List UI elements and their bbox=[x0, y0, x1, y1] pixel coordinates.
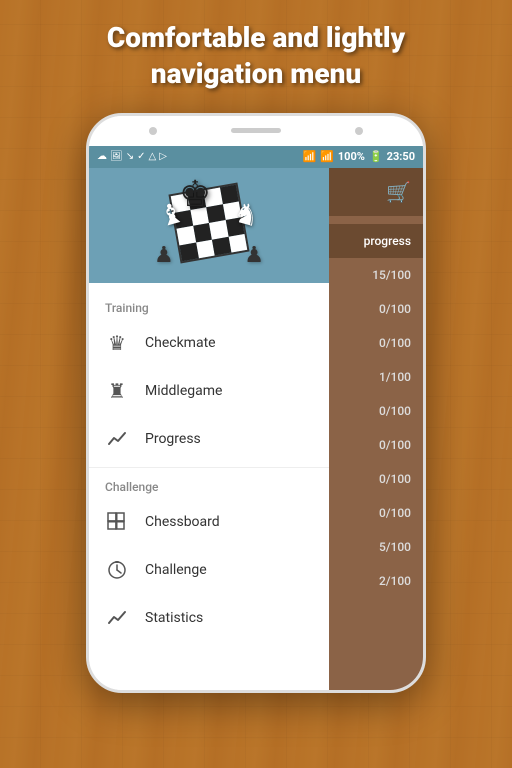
checkmate-label: Checkmate bbox=[145, 335, 216, 351]
phone-top-bar bbox=[89, 116, 423, 146]
right-item-text: 0/100 bbox=[379, 438, 411, 452]
right-item-2: 0/100 bbox=[329, 292, 423, 326]
screen: ♚ ♝ ♞ ♟ ♟ Training ♛ C bbox=[89, 168, 423, 690]
right-list: progress 15/100 0/100 0/100 1/100 bbox=[329, 216, 423, 606]
phone-speaker bbox=[231, 128, 281, 133]
right-item-text: progress bbox=[364, 234, 411, 248]
warning-icon: △ bbox=[148, 151, 156, 162]
challenge-label: Challenge bbox=[145, 562, 207, 578]
title-line1: Comfortable and lightly bbox=[107, 21, 405, 54]
status-icons-left: ☁ 🖼 ↘ ✓ △ ▷ bbox=[97, 151, 167, 162]
menu-item-middlegame[interactable]: ♜ Middlegame bbox=[89, 367, 329, 415]
right-item-8: 0/100 bbox=[329, 496, 423, 530]
right-item-9: 5/100 bbox=[329, 530, 423, 564]
challenge-section-label: Challenge bbox=[89, 472, 329, 498]
right-item-text: 0/100 bbox=[379, 472, 411, 486]
chessboard-label: Chessboard bbox=[145, 514, 220, 530]
right-item-text: 1/100 bbox=[379, 370, 411, 384]
battery-percent: 100% bbox=[338, 150, 365, 163]
nfc-icon: ↘ bbox=[126, 151, 134, 162]
right-item-6: 0/100 bbox=[329, 428, 423, 462]
checkmate-icon: ♛ bbox=[105, 331, 129, 355]
phone-frame: ☁ 🖼 ↘ ✓ △ ▷ 📶 📶 100% 🔋 23:50 bbox=[86, 113, 426, 693]
phone-camera bbox=[355, 127, 363, 135]
title-line2: navigation menu bbox=[151, 57, 361, 90]
chess-logo: ♚ ♝ ♞ ♟ ♟ bbox=[144, 173, 274, 278]
menu-panel: ♚ ♝ ♞ ♟ ♟ Training ♛ C bbox=[89, 168, 329, 690]
status-right: 📶 📶 100% 🔋 23:50 bbox=[302, 150, 415, 163]
right-item-text: 0/100 bbox=[379, 506, 411, 520]
wifi-icon: 📶 bbox=[302, 150, 316, 163]
menu-item-statistics[interactable]: Statistics bbox=[89, 594, 329, 642]
right-panel: 🛒 progress 15/100 0/100 0/100 bbox=[329, 168, 423, 690]
menu-item-challenge[interactable]: Challenge bbox=[89, 546, 329, 594]
app-title: Comfortable and lightly navigation menu bbox=[0, 0, 512, 108]
menu-item-checkmate[interactable]: ♛ Checkmate bbox=[89, 319, 329, 367]
right-item-3: 0/100 bbox=[329, 326, 423, 360]
status-bar: ☁ 🖼 ↘ ✓ △ ▷ 📶 📶 100% 🔋 23:50 bbox=[89, 146, 423, 168]
time-display: 23:50 bbox=[387, 150, 415, 163]
right-item-text: 2/100 bbox=[379, 574, 411, 588]
menu-content: Training ♛ Checkmate ♜ Middlegame bbox=[89, 283, 329, 690]
right-item-text: 0/100 bbox=[379, 302, 411, 316]
progress-label: Progress bbox=[145, 431, 201, 447]
check-icon: ✓ bbox=[137, 151, 145, 162]
right-item-5: 0/100 bbox=[329, 394, 423, 428]
statistics-icon bbox=[105, 606, 129, 630]
king-piece-icon: ♚ bbox=[179, 173, 211, 215]
statistics-label: Statistics bbox=[145, 610, 203, 626]
right-item-10: 2/100 bbox=[329, 564, 423, 598]
chess-header: ♚ ♝ ♞ ♟ ♟ bbox=[89, 168, 329, 283]
right-item-progress: progress bbox=[329, 224, 423, 258]
menu-divider bbox=[89, 467, 329, 468]
right-item-text: 15/100 bbox=[372, 268, 411, 282]
progress-icon bbox=[105, 427, 129, 451]
play-icon: ▷ bbox=[159, 151, 167, 162]
right-item-4: 1/100 bbox=[329, 360, 423, 394]
phone-mockup: ☁ 🖼 ↘ ✓ △ ▷ 📶 📶 100% 🔋 23:50 bbox=[0, 108, 512, 693]
right-item-1: 15/100 bbox=[329, 258, 423, 292]
right-panel-header: 🛒 bbox=[329, 168, 423, 216]
menu-item-progress[interactable]: Progress bbox=[89, 415, 329, 463]
challenge-icon bbox=[105, 558, 129, 582]
signal-icon: 📶 bbox=[320, 150, 334, 163]
image-icon: 🖼 bbox=[110, 151, 123, 162]
right-item-text: 0/100 bbox=[379, 336, 411, 350]
training-section-label: Training bbox=[89, 293, 329, 319]
right-item-text: 0/100 bbox=[379, 404, 411, 418]
middlegame-label: Middlegame bbox=[145, 383, 222, 399]
menu-item-chessboard[interactable]: Chessboard bbox=[89, 498, 329, 546]
middlegame-icon: ♜ bbox=[105, 379, 129, 403]
cloud-icon: ☁ bbox=[97, 151, 107, 162]
battery-icon: 🔋 bbox=[369, 150, 383, 163]
chessboard-icon bbox=[105, 510, 129, 534]
right-item-text: 5/100 bbox=[379, 540, 411, 554]
right-item-7: 0/100 bbox=[329, 462, 423, 496]
rook-piece-icon: ♟ bbox=[244, 243, 264, 268]
cart-icon: 🛒 bbox=[386, 180, 411, 204]
phone-dot-left bbox=[149, 127, 157, 135]
pawn-piece-icon: ♟ bbox=[154, 243, 174, 268]
